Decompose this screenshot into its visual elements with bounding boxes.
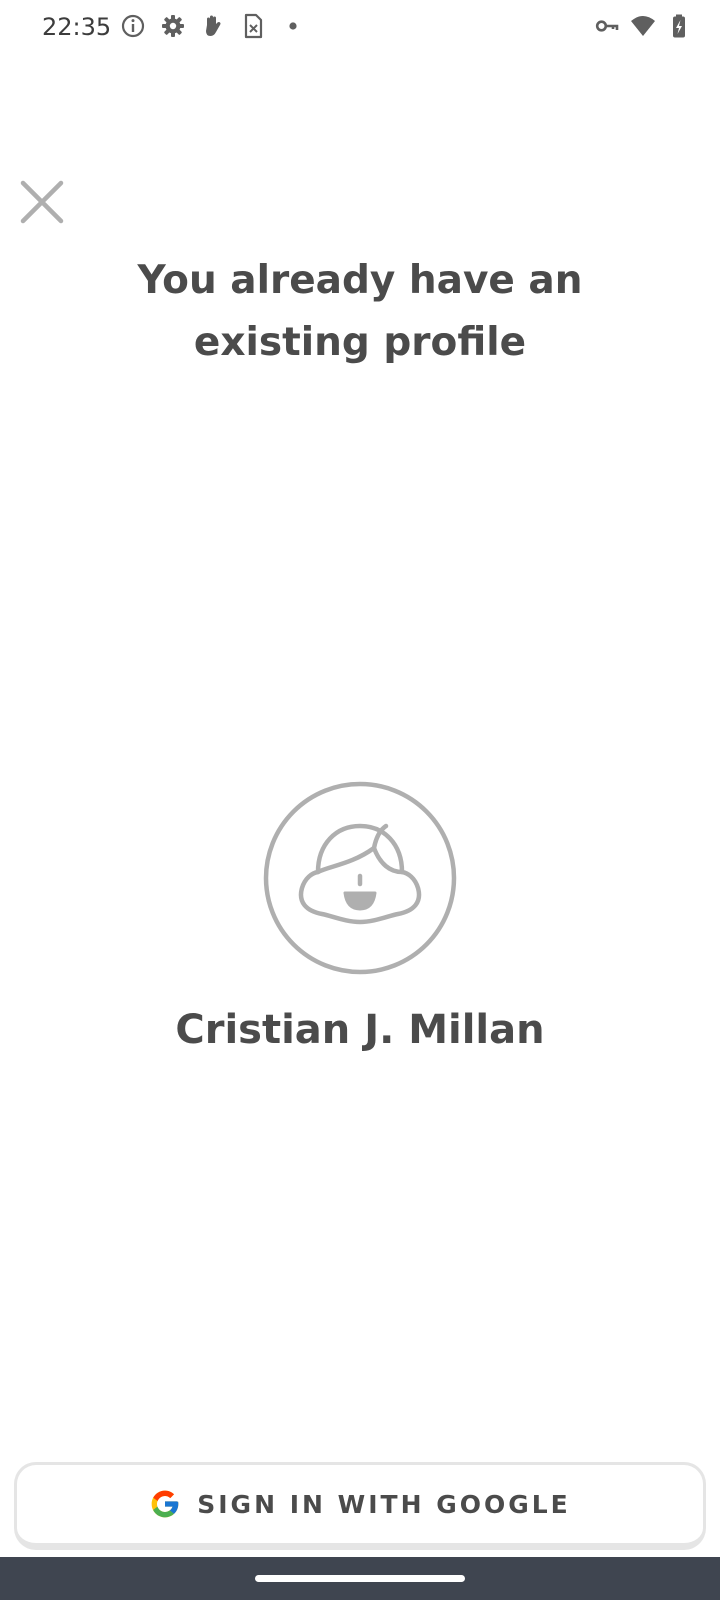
close-icon (20, 180, 64, 224)
hand-icon (206, 15, 221, 36)
home-gesture-handle[interactable] (255, 1575, 465, 1582)
info-icon (121, 14, 145, 38)
profile-name: Cristian J. Millan (175, 1007, 545, 1053)
status-time: 22:35 (42, 13, 112, 41)
status-bar: 22:35 (0, 0, 720, 56)
page-title: You already have an existing profile (137, 258, 583, 365)
system-navigation-bar (0, 1557, 720, 1600)
sim-card-icon (244, 13, 263, 39)
sign-in-with-google-button[interactable]: SIGN IN WITH GOOGLE (14, 1462, 706, 1550)
google-g-icon (151, 1490, 179, 1518)
status-notification-icons (120, 13, 306, 39)
vpn-key-icon (595, 20, 619, 32)
status-system-icons (594, 13, 692, 39)
battery-charging-icon (673, 14, 685, 38)
avatar (263, 781, 457, 975)
close-button[interactable] (16, 176, 68, 228)
wifi-icon (631, 16, 655, 36)
sign-in-with-google-label: SIGN IN WITH GOOGLE (197, 1489, 571, 1519)
dot-icon (289, 22, 297, 30)
settings-gear-icon (162, 15, 184, 37)
